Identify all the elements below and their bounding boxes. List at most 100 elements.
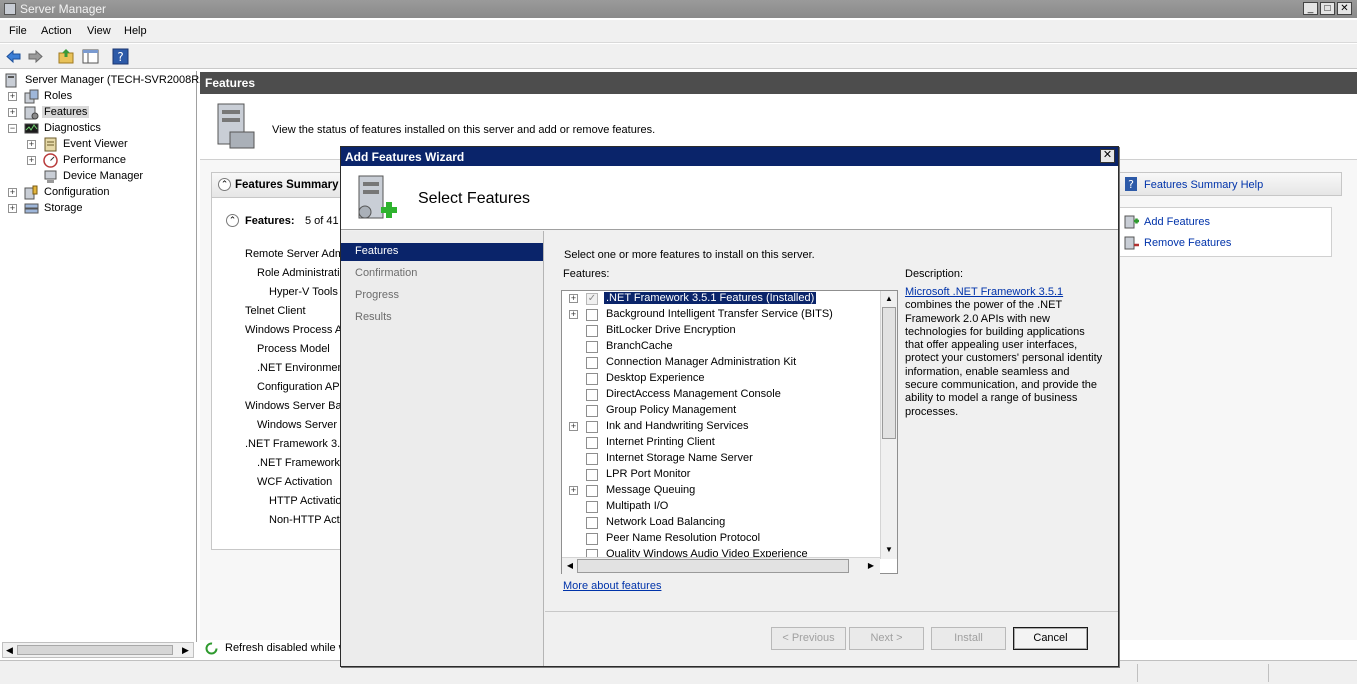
up-folder-icon[interactable]: [58, 48, 75, 65]
feature-row[interactable]: Group Policy Management: [562, 403, 880, 419]
expand-icon[interactable]: +: [8, 188, 17, 197]
install-button[interactable]: Install: [931, 627, 1006, 650]
forward-arrow-icon[interactable]: [27, 48, 44, 65]
close-button[interactable]: ✕: [1337, 2, 1352, 15]
feature-row[interactable]: Internet Storage Name Server: [562, 451, 880, 467]
features-vertical-scrollbar[interactable]: ▲ ▼: [880, 291, 897, 559]
tree-horizontal-scrollbar[interactable]: ◀ ▶: [2, 642, 194, 658]
menu-view[interactable]: View: [87, 25, 111, 37]
expand-icon[interactable]: +: [8, 108, 17, 117]
features-summary-header[interactable]: ⌃ Features Summary: [211, 172, 341, 198]
more-about-features-link[interactable]: More about features: [563, 580, 661, 592]
scroll-down-icon[interactable]: ▼: [882, 543, 896, 557]
tree-item-device-manager[interactable]: Device Manager: [27, 169, 192, 185]
expand-icon[interactable]: +: [8, 204, 17, 213]
add-features-link[interactable]: Add Features: [1144, 216, 1210, 228]
scroll-left-icon[interactable]: ◀: [563, 559, 577, 573]
tree-item-server-manager[interactable]: Server Manager (TECH-SVR2008R2: [4, 73, 205, 89]
cancel-button[interactable]: Cancel: [1013, 627, 1088, 650]
tree-item-storage[interactable]: + Storage: [8, 201, 188, 217]
tree-item-configuration[interactable]: + Configuration: [8, 185, 188, 201]
feature-checkbox[interactable]: [586, 533, 598, 545]
expand-icon[interactable]: +: [27, 156, 36, 165]
feature-row[interactable]: Multipath I/O: [562, 499, 880, 515]
scroll-thumb[interactable]: [577, 559, 849, 573]
features-icon: [24, 106, 39, 120]
maximize-button[interactable]: □: [1320, 2, 1335, 15]
feature-checkbox[interactable]: [586, 341, 598, 353]
wizard-instruction: Select one or more features to install o…: [564, 249, 815, 261]
wizard-step-features[interactable]: Features: [341, 243, 543, 261]
scroll-right-icon[interactable]: ▶: [864, 559, 878, 573]
feature-checkbox[interactable]: [586, 469, 598, 481]
back-arrow-icon[interactable]: [5, 48, 22, 65]
features-summary-help-link[interactable]: Features Summary Help: [1144, 179, 1263, 191]
feature-checkbox[interactable]: [586, 517, 598, 529]
feature-checkbox: ✓: [586, 293, 598, 305]
feature-row[interactable]: + Message Queuing: [562, 483, 880, 499]
feature-row[interactable]: Connection Manager Administration Kit: [562, 355, 880, 371]
feature-row[interactable]: BranchCache: [562, 339, 880, 355]
next-button[interactable]: Next >: [849, 627, 924, 650]
features-horizontal-scrollbar[interactable]: ◀ ▶: [562, 557, 880, 574]
status-segment: [1137, 664, 1138, 682]
menu-file[interactable]: File: [9, 25, 27, 37]
expand-icon[interactable]: +: [569, 486, 578, 495]
feature-row[interactable]: Quality Windows Audio Video Experience: [562, 547, 880, 557]
wizard-step-results: Results: [341, 309, 543, 327]
feature-row[interactable]: Peer Name Resolution Protocol: [562, 531, 880, 547]
feature-row[interactable]: Network Load Balancing: [562, 515, 880, 531]
summary-item: WCF Activation: [257, 476, 333, 488]
scroll-up-icon[interactable]: ▲: [882, 292, 896, 306]
tree-item-diagnostics[interactable]: − Diagnostics: [8, 121, 188, 137]
feature-checkbox[interactable]: [586, 325, 598, 337]
feature-row[interactable]: Internet Printing Client: [562, 435, 880, 451]
scroll-right-icon[interactable]: ▶: [179, 644, 192, 656]
feature-checkbox[interactable]: [586, 485, 598, 497]
description-link[interactable]: Microsoft .NET Framework 3.5.1: [905, 286, 1063, 298]
feature-checkbox[interactable]: [586, 421, 598, 433]
feature-checkbox[interactable]: [586, 437, 598, 449]
wizard-close-button[interactable]: ✕: [1100, 149, 1115, 163]
collapse-icon[interactable]: −: [8, 124, 17, 133]
expand-icon[interactable]: +: [27, 140, 36, 149]
scroll-thumb[interactable]: [17, 645, 173, 655]
feature-checkbox[interactable]: [586, 373, 598, 385]
feature-checkbox[interactable]: [586, 549, 598, 557]
feature-checkbox[interactable]: [586, 501, 598, 513]
tree-item-performance[interactable]: + Performance: [27, 153, 192, 169]
tree-item-features[interactable]: + Features: [8, 105, 188, 121]
feature-row[interactable]: + Background Intelligent Transfer Servic…: [562, 307, 880, 323]
help-icon[interactable]: ?: [112, 48, 129, 65]
expand-icon[interactable]: +: [8, 92, 17, 101]
expand-icon[interactable]: +: [569, 422, 578, 431]
feature-checkbox[interactable]: [586, 405, 598, 417]
wizard-step-label: Progress: [355, 289, 400, 301]
feature-checkbox[interactable]: [586, 453, 598, 465]
button-separator: [545, 611, 1118, 612]
feature-checkbox[interactable]: [586, 309, 598, 321]
summary-item: HTTP Activatio: [269, 495, 340, 507]
feature-checkbox[interactable]: [586, 357, 598, 369]
feature-row[interactable]: DirectAccess Management Console: [562, 387, 880, 403]
scroll-thumb[interactable]: [882, 307, 896, 439]
feature-row[interactable]: Desktop Experience: [562, 371, 880, 387]
collapse-section-icon[interactable]: ⌃: [218, 178, 231, 191]
collapse-features-icon[interactable]: ⌃: [226, 214, 239, 227]
menu-action[interactable]: Action: [41, 25, 72, 37]
scroll-left-icon[interactable]: ◀: [3, 644, 16, 656]
minimize-button[interactable]: _: [1303, 2, 1318, 15]
menu-help[interactable]: Help: [124, 25, 147, 37]
feature-checkbox[interactable]: [586, 389, 598, 401]
previous-button[interactable]: < Previous: [771, 627, 846, 650]
feature-row[interactable]: LPR Port Monitor: [562, 467, 880, 483]
feature-row[interactable]: + ✓ .NET Framework 3.5.1 Features (Insta…: [562, 291, 880, 307]
remove-features-link[interactable]: Remove Features: [1144, 237, 1231, 249]
tree-item-event-viewer[interactable]: + Event Viewer: [27, 137, 192, 153]
feature-row[interactable]: + Ink and Handwriting Services: [562, 419, 880, 435]
expand-icon[interactable]: +: [569, 310, 578, 319]
show-hide-tree-icon[interactable]: [82, 48, 99, 65]
expand-icon[interactable]: +: [569, 294, 578, 303]
feature-row[interactable]: BitLocker Drive Encryption: [562, 323, 880, 339]
tree-item-roles[interactable]: + Roles: [8, 89, 188, 105]
